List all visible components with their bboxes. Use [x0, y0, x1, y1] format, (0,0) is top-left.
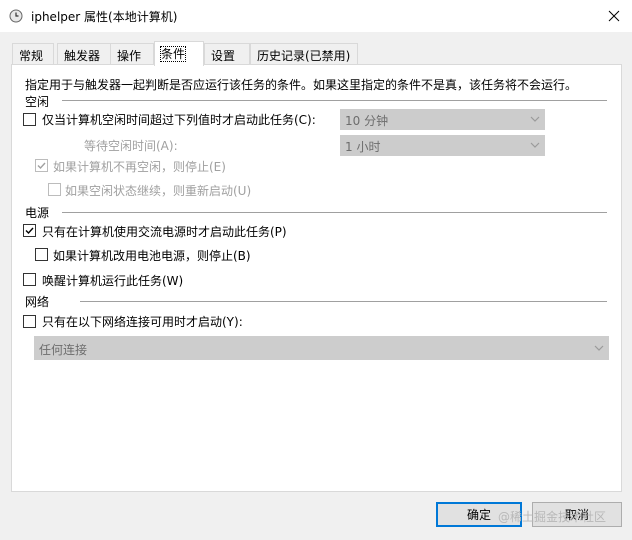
tab-general[interactable]: 常规	[12, 43, 54, 64]
title-bar: iphelper 属性(本地计算机)	[0, 0, 632, 32]
tab-actions[interactable]: 操作	[110, 43, 154, 64]
close-button[interactable]	[596, 0, 632, 32]
watermark-text: @稀土掘金技术社区	[498, 510, 607, 524]
tab-settings[interactable]: 设置	[204, 43, 250, 64]
tab-history[interactable]: 历史记录(已禁用)	[250, 43, 358, 64]
tab-triggers[interactable]: 触发器	[57, 43, 111, 64]
tab-conditions[interactable]: 条件	[154, 41, 204, 66]
window-title: iphelper 属性(本地计算机)	[31, 10, 178, 24]
close-icon	[608, 10, 620, 22]
clock-icon	[9, 9, 23, 23]
conditions-panel	[11, 64, 622, 492]
